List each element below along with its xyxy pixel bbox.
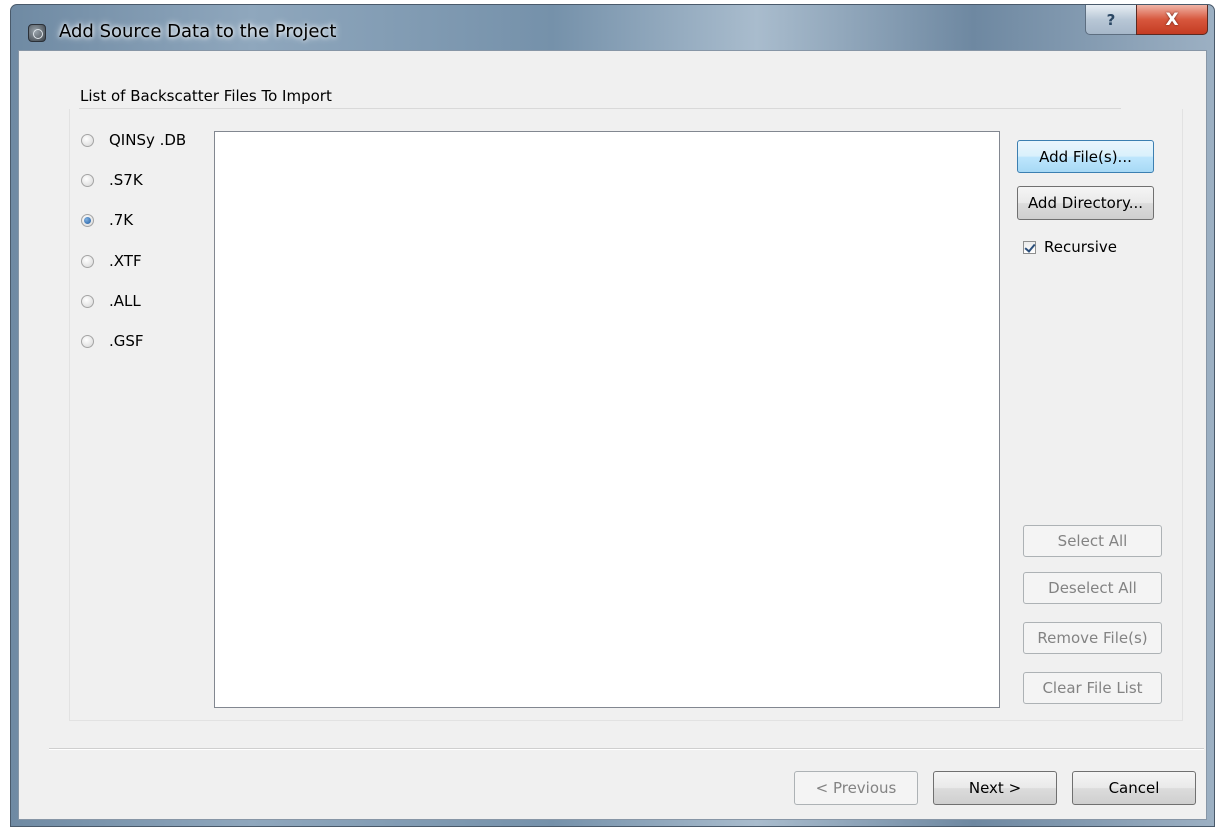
radio-s7k[interactable]: .S7K bbox=[81, 169, 221, 191]
radio-indicator[interactable] bbox=[81, 294, 94, 308]
radio-7k[interactable]: .7K bbox=[81, 209, 221, 231]
group-title: List of Backscatter Files To Import bbox=[80, 87, 336, 105]
radio-qinsy-db[interactable]: QINSy .DB bbox=[81, 129, 221, 151]
close-icon: X bbox=[1165, 9, 1179, 30]
previous-button[interactable]: < Previous bbox=[794, 771, 918, 805]
checkbox-check-icon[interactable] bbox=[1023, 240, 1036, 254]
add-files-button[interactable]: Add File(s)... bbox=[1017, 140, 1154, 173]
title-bar[interactable]: Add Source Data to the Project ? X bbox=[11, 5, 1214, 55]
clear-file-list-button[interactable]: Clear File List bbox=[1023, 672, 1162, 704]
radio-all[interactable]: .ALL bbox=[81, 290, 221, 312]
radio-label: QINSy .DB bbox=[109, 131, 187, 149]
help-icon: ? bbox=[1106, 10, 1116, 29]
radio-indicator[interactable] bbox=[81, 173, 94, 187]
remove-files-button[interactable]: Remove File(s) bbox=[1023, 622, 1162, 654]
radio-label: .7K bbox=[109, 211, 134, 229]
radio-indicator[interactable] bbox=[81, 334, 94, 348]
radio-label: .S7K bbox=[109, 171, 143, 189]
dialog-window: Add Source Data to the Project ? X List … bbox=[10, 4, 1215, 827]
radio-label: .XTF bbox=[109, 252, 142, 270]
file-list[interactable] bbox=[214, 131, 1000, 708]
cancel-button[interactable]: Cancel bbox=[1072, 771, 1196, 805]
radio-gsf[interactable]: .GSF bbox=[81, 330, 221, 352]
help-button[interactable]: ? bbox=[1085, 5, 1137, 35]
radio-label: .ALL bbox=[109, 292, 141, 310]
select-all-button[interactable]: Select All bbox=[1023, 525, 1162, 557]
add-directory-button[interactable]: Add Directory... bbox=[1017, 186, 1154, 220]
recursive-label: Recursive bbox=[1044, 238, 1117, 256]
radio-indicator-selected[interactable] bbox=[81, 213, 94, 227]
radio-indicator[interactable] bbox=[81, 254, 94, 268]
recursive-checkbox[interactable]: Recursive bbox=[1023, 238, 1117, 256]
next-button[interactable]: Next > bbox=[933, 771, 1057, 805]
footer-separator-highlight bbox=[49, 749, 1204, 750]
close-button[interactable]: X bbox=[1136, 5, 1208, 35]
dialog-body: List of Backscatter Files To Import QINS… bbox=[18, 50, 1207, 820]
radio-xtf[interactable]: .XTF bbox=[81, 250, 221, 272]
radio-indicator[interactable] bbox=[81, 133, 94, 147]
radio-label: .GSF bbox=[109, 332, 144, 350]
app-icon bbox=[28, 24, 46, 42]
deselect-all-button[interactable]: Deselect All bbox=[1023, 572, 1162, 604]
window-title: Add Source Data to the Project bbox=[59, 21, 337, 42]
